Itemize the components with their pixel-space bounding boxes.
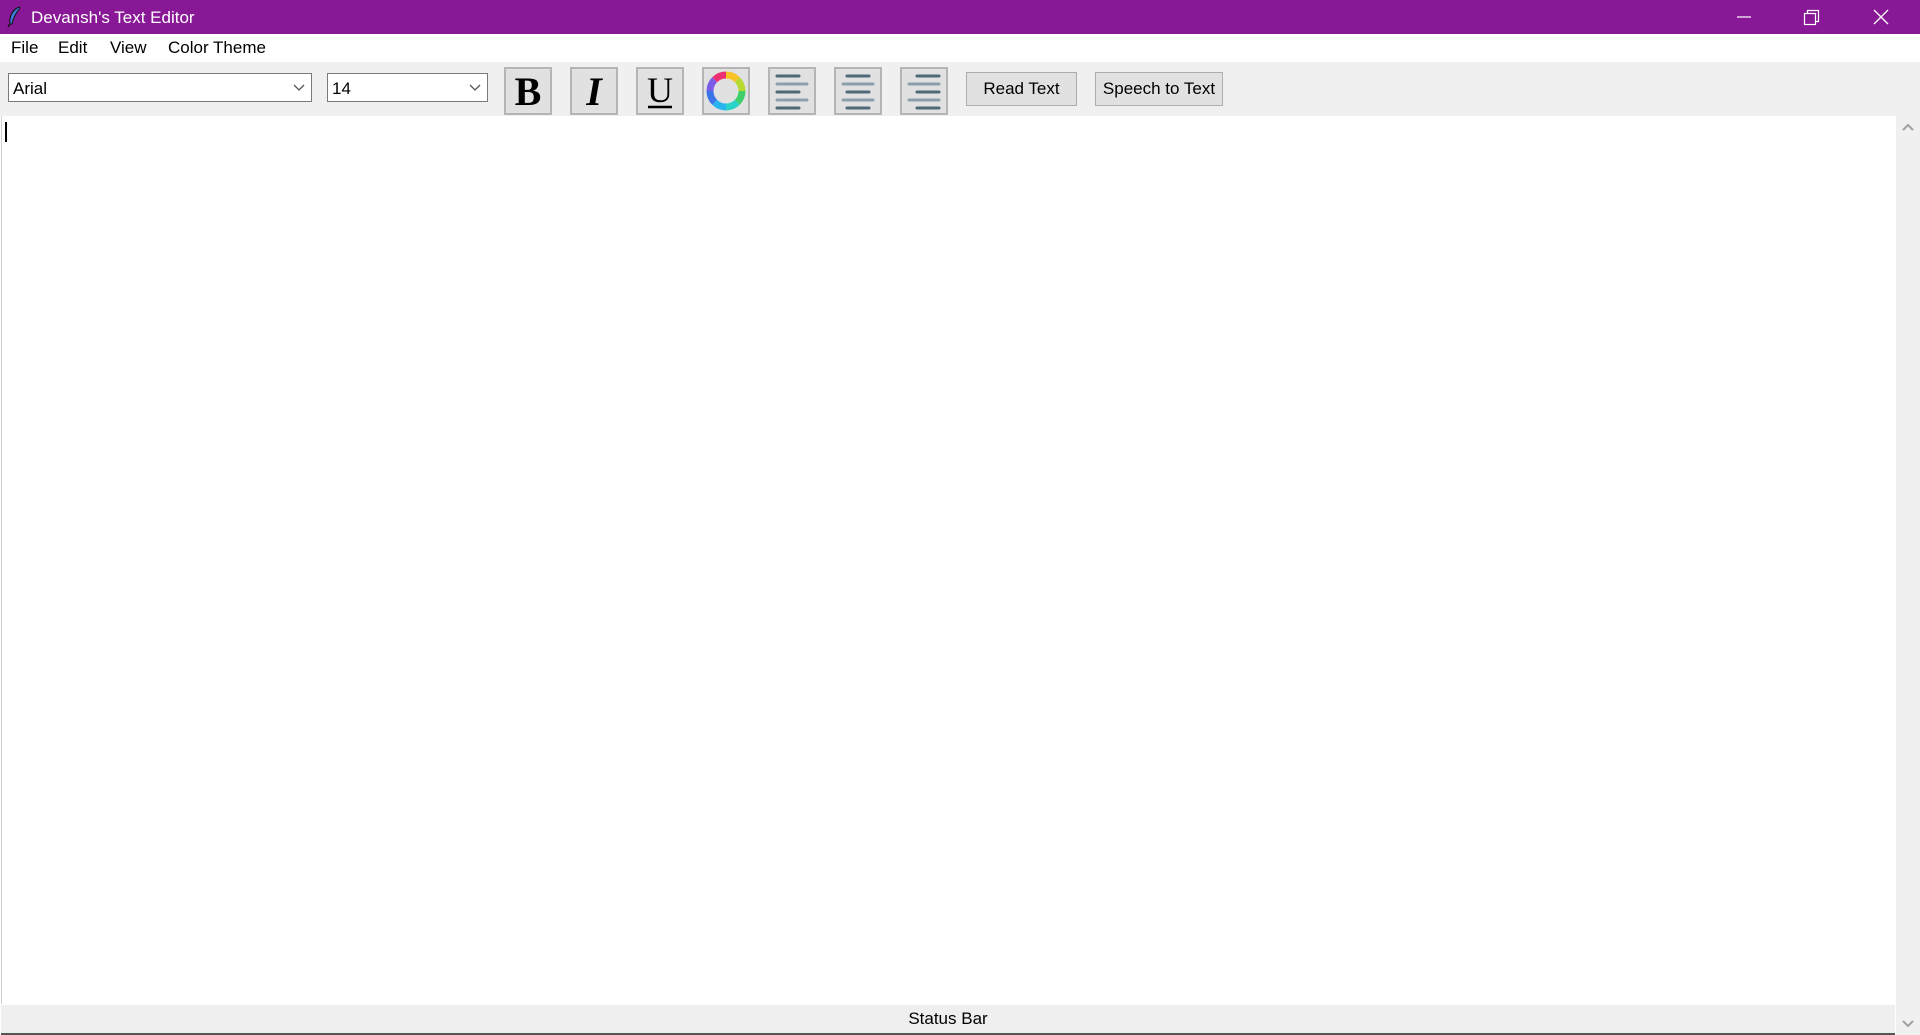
chevron-down-icon[interactable]: [468, 83, 482, 93]
underline-button[interactable]: U: [636, 67, 684, 115]
align-right-button[interactable]: [900, 67, 948, 115]
restore-button[interactable]: [1778, 0, 1848, 34]
align-center-button[interactable]: [834, 67, 882, 115]
menu-view[interactable]: View: [108, 38, 149, 58]
scroll-up-button[interactable]: [1896, 116, 1920, 138]
svg-text:B: B: [515, 69, 542, 113]
italic-icon: I: [585, 69, 603, 113]
font-color-button[interactable]: [702, 67, 750, 115]
feather-app-icon: [6, 6, 22, 28]
status-bar: Status Bar: [1, 1005, 1895, 1035]
vertical-scrollbar[interactable]: [1896, 116, 1920, 1035]
title-bar: Devansh's Text Editor: [0, 0, 1920, 34]
font-size-value: 14: [332, 79, 351, 98]
menu-edit[interactable]: Edit: [56, 38, 89, 58]
chevron-down-icon: [1902, 1020, 1914, 1028]
menu-bar: File Edit View Color Theme: [0, 34, 1920, 62]
font-family-value: Arial: [13, 79, 48, 98]
read-text-button[interactable]: Read Text: [966, 72, 1077, 106]
window-title: Devansh's Text Editor: [31, 8, 195, 27]
align-center-icon: [841, 74, 875, 110]
font-size-combobox[interactable]: 14: [327, 73, 488, 102]
svg-text:I: I: [585, 69, 603, 113]
align-left-icon: [775, 74, 809, 110]
formatting-toolbar: Arial 14 B I U Read Text Speech to Text: [0, 62, 1920, 116]
speech-to-text-button[interactable]: Speech to Text: [1095, 72, 1223, 106]
italic-button[interactable]: I: [570, 67, 618, 115]
svg-text:U: U: [647, 70, 673, 110]
minimize-button[interactable]: [1710, 0, 1780, 34]
menu-color-theme[interactable]: Color Theme: [166, 38, 268, 58]
menu-file[interactable]: File: [9, 38, 40, 58]
close-button[interactable]: [1848, 0, 1918, 34]
restore-icon: [1803, 9, 1820, 26]
minimize-icon: [1737, 16, 1751, 18]
bold-icon: B: [515, 69, 542, 113]
scroll-down-button[interactable]: [1896, 1013, 1920, 1035]
align-right-icon: [907, 74, 941, 110]
underline-icon: U: [647, 70, 673, 110]
close-icon: [1873, 9, 1889, 25]
text-editor-area[interactable]: [1, 116, 1896, 1004]
font-family-combobox[interactable]: Arial: [8, 73, 312, 102]
color-wheel-icon: [706, 71, 746, 111]
bold-button[interactable]: B: [504, 67, 552, 115]
align-left-button[interactable]: [768, 67, 816, 115]
chevron-down-icon[interactable]: [292, 83, 306, 93]
chevron-up-icon: [1902, 123, 1914, 131]
text-caret: [5, 122, 7, 142]
